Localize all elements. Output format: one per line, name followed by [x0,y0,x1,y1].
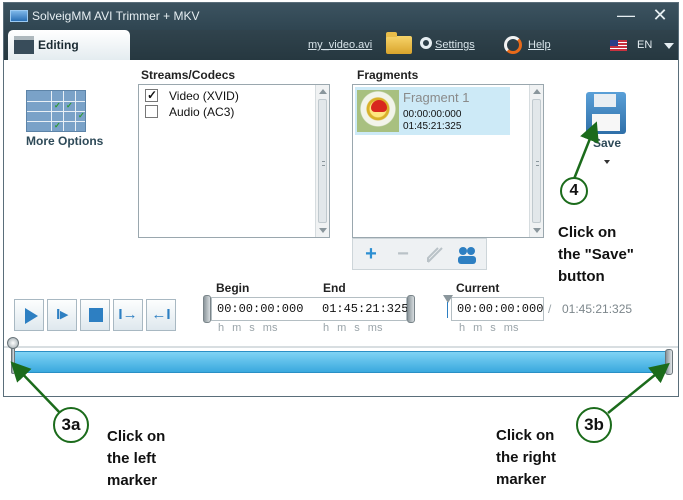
end-bracket-handle [407,295,415,323]
current-position-marker-icon [443,295,453,303]
save-label: Save [592,136,622,150]
total-duration: 01:45:21:325 [562,302,633,316]
remove-fragment-button[interactable]: − [391,243,415,267]
fragment-name: Fragment 1 [403,90,470,105]
fragment-toolbar: + − [352,238,487,270]
help-icon[interactable] [504,36,522,54]
time-separator: / [548,302,552,316]
audio-stream-checkbox[interactable] [145,105,158,118]
callout-3b-badge: 3b [576,407,612,443]
title-bar: SolveigMM AVI Trimmer + MKV — ✕ [4,3,678,30]
tab-editing-label: Editing [38,38,79,52]
help-link[interactable]: Help [528,39,551,51]
current-label: Current [456,281,500,295]
streams-scrollbar[interactable] [315,85,329,237]
current-time-input[interactable]: 00:00:00:000 [457,302,543,316]
floppy-disk-icon [586,92,626,134]
begin-end-time-box: 00:00:00:000 01:45:21:325 [211,297,408,321]
mark-in-button[interactable]: I▸ [47,299,77,331]
us-flag-icon[interactable] [610,40,627,51]
edit-fragment-icon[interactable] [423,243,447,267]
video-stream-checkbox[interactable] [145,88,158,102]
callout-3a-badge: 3a [53,407,89,443]
menu-bar: Editing my_video.avi Settings Help EN [4,30,678,60]
timeline-bar[interactable] [12,351,672,373]
batch-users-icon[interactable] [455,243,479,267]
save-dropdown-arrow-icon[interactable] [604,160,610,164]
ladybug-thumbnail [357,90,399,132]
begin-time-input[interactable]: 00:00:00:000 [217,302,303,316]
audio-stream-label: Audio (AC3) [169,105,235,119]
tab-editing[interactable]: Editing [8,30,130,60]
settings-link[interactable]: Settings [435,39,475,51]
callout-4-text: Click on the "Save" button [558,224,634,285]
language-selector[interactable]: EN [637,39,652,51]
current-time-box: 00:00:00:000 [451,297,544,321]
play-button[interactable] [14,299,44,331]
stop-button[interactable] [80,299,110,331]
streams-list: Video (XVID) Audio (AC3) [138,84,330,238]
table-grid-icon: ✓ ✓ ✓ ✓ [26,90,86,132]
clapperboard-icon [14,36,34,54]
begin-units: h m s ms [218,322,278,334]
end-units: h m s ms [323,322,383,334]
fragments-label: Fragments [357,68,419,82]
streams-codecs-label: Streams/Codecs [141,68,236,82]
fragments-list: Fragment 1 00:00:00:000 01:45:21:325 [352,84,544,238]
gear-icon[interactable] [420,37,432,49]
goto-in-button[interactable]: I→ [113,299,143,331]
timeline-ruler [4,346,678,348]
callout-3a-text: Click on the left marker [107,428,166,489]
begin-label: Begin [216,281,250,295]
add-fragment-button[interactable]: + [359,243,383,267]
window-title: SolveigMM AVI Trimmer + MKV [32,9,200,23]
video-stream-label: Video (XVID) [169,89,239,103]
fragments-scrollbar[interactable] [529,85,543,237]
left-marker-handle[interactable] [7,337,19,375]
open-folder-icon[interactable] [386,32,412,54]
fragment-item[interactable]: Fragment 1 00:00:00:000 01:45:21:325 [355,87,510,135]
right-marker-handle[interactable] [665,349,673,375]
close-button[interactable]: ✕ [646,5,674,27]
current-position-line [447,302,448,318]
more-options-label: More Options [26,134,104,148]
callout-3b-text: Click on the right marker [496,427,556,488]
chevron-down-icon[interactable] [664,43,674,49]
fragment-end-time: 01:45:21:325 [403,121,462,132]
minimize-button[interactable]: — [612,5,640,27]
transport-controls: I▸ I→ ←I [14,299,179,331]
file-name-link[interactable]: my_video.avi [308,39,372,51]
app-icon [10,10,28,22]
current-units: h m s ms [459,322,519,334]
end-label: End [323,281,346,295]
end-time-input[interactable]: 01:45:21:325 [322,302,408,316]
goto-out-button[interactable]: ←I [146,299,176,331]
begin-bracket-handle [203,295,211,323]
fragment-start-time: 00:00:00:000 [403,109,462,120]
callout-4-badge: 4 [560,177,588,205]
